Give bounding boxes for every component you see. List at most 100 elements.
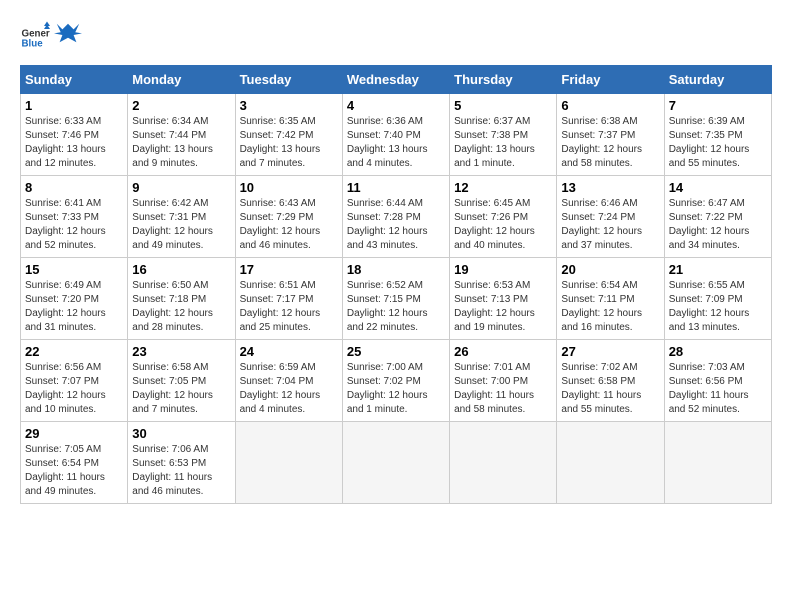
day-cell: 25 Sunrise: 7:00 AM Sunset: 7:02 PM Dayl… <box>342 340 449 422</box>
column-header-friday: Friday <box>557 66 664 94</box>
day-detail: Sunrise: 6:53 AM Sunset: 7:13 PM Dayligh… <box>454 279 552 335</box>
svg-text:Blue: Blue <box>22 38 44 49</box>
logo-bird-icon <box>54 21 82 49</box>
day-cell: 10 Sunrise: 6:43 AM Sunset: 7:29 PM Dayl… <box>235 176 342 258</box>
day-number: 27 <box>561 344 659 359</box>
day-number: 28 <box>669 344 767 359</box>
day-number: 9 <box>132 180 230 195</box>
day-detail: Sunrise: 6:36 AM Sunset: 7:40 PM Dayligh… <box>347 115 445 171</box>
day-number: 8 <box>25 180 123 195</box>
day-cell: 13 Sunrise: 6:46 AM Sunset: 7:24 PM Dayl… <box>557 176 664 258</box>
day-detail: Sunrise: 6:52 AM Sunset: 7:15 PM Dayligh… <box>347 279 445 335</box>
day-number: 12 <box>454 180 552 195</box>
day-cell <box>664 422 771 504</box>
day-number: 1 <box>25 98 123 113</box>
day-detail: Sunrise: 6:38 AM Sunset: 7:37 PM Dayligh… <box>561 115 659 171</box>
day-detail: Sunrise: 7:03 AM Sunset: 6:56 PM Dayligh… <box>669 361 767 417</box>
day-number: 17 <box>240 262 338 277</box>
day-detail: Sunrise: 7:02 AM Sunset: 6:58 PM Dayligh… <box>561 361 659 417</box>
column-header-monday: Monday <box>128 66 235 94</box>
day-number: 6 <box>561 98 659 113</box>
day-detail: Sunrise: 6:59 AM Sunset: 7:04 PM Dayligh… <box>240 361 338 417</box>
day-detail: Sunrise: 6:49 AM Sunset: 7:20 PM Dayligh… <box>25 279 123 335</box>
day-number: 14 <box>669 180 767 195</box>
day-detail: Sunrise: 6:58 AM Sunset: 7:05 PM Dayligh… <box>132 361 230 417</box>
day-detail: Sunrise: 6:55 AM Sunset: 7:09 PM Dayligh… <box>669 279 767 335</box>
day-cell: 30 Sunrise: 7:06 AM Sunset: 6:53 PM Dayl… <box>128 422 235 504</box>
day-number: 26 <box>454 344 552 359</box>
column-header-saturday: Saturday <box>664 66 771 94</box>
column-header-sunday: Sunday <box>21 66 128 94</box>
page-header: General Blue <box>20 20 772 50</box>
day-cell: 24 Sunrise: 6:59 AM Sunset: 7:04 PM Dayl… <box>235 340 342 422</box>
day-detail: Sunrise: 7:00 AM Sunset: 7:02 PM Dayligh… <box>347 361 445 417</box>
day-detail: Sunrise: 6:42 AM Sunset: 7:31 PM Dayligh… <box>132 197 230 253</box>
day-cell: 15 Sunrise: 6:49 AM Sunset: 7:20 PM Dayl… <box>21 258 128 340</box>
day-detail: Sunrise: 6:43 AM Sunset: 7:29 PM Dayligh… <box>240 197 338 253</box>
week-row-3: 15 Sunrise: 6:49 AM Sunset: 7:20 PM Dayl… <box>21 258 772 340</box>
day-detail: Sunrise: 6:44 AM Sunset: 7:28 PM Dayligh… <box>347 197 445 253</box>
day-detail: Sunrise: 6:51 AM Sunset: 7:17 PM Dayligh… <box>240 279 338 335</box>
day-detail: Sunrise: 7:05 AM Sunset: 6:54 PM Dayligh… <box>25 443 123 499</box>
day-detail: Sunrise: 6:33 AM Sunset: 7:46 PM Dayligh… <box>25 115 123 171</box>
day-number: 30 <box>132 426 230 441</box>
day-cell: 11 Sunrise: 6:44 AM Sunset: 7:28 PM Dayl… <box>342 176 449 258</box>
day-cell: 16 Sunrise: 6:50 AM Sunset: 7:18 PM Dayl… <box>128 258 235 340</box>
day-detail: Sunrise: 6:45 AM Sunset: 7:26 PM Dayligh… <box>454 197 552 253</box>
day-detail: Sunrise: 6:56 AM Sunset: 7:07 PM Dayligh… <box>25 361 123 417</box>
day-number: 13 <box>561 180 659 195</box>
day-detail: Sunrise: 6:54 AM Sunset: 7:11 PM Dayligh… <box>561 279 659 335</box>
week-row-4: 22 Sunrise: 6:56 AM Sunset: 7:07 PM Dayl… <box>21 340 772 422</box>
day-number: 3 <box>240 98 338 113</box>
day-detail: Sunrise: 6:41 AM Sunset: 7:33 PM Dayligh… <box>25 197 123 253</box>
day-detail: Sunrise: 6:50 AM Sunset: 7:18 PM Dayligh… <box>132 279 230 335</box>
day-cell: 28 Sunrise: 7:03 AM Sunset: 6:56 PM Dayl… <box>664 340 771 422</box>
day-cell: 19 Sunrise: 6:53 AM Sunset: 7:13 PM Dayl… <box>450 258 557 340</box>
day-cell: 5 Sunrise: 6:37 AM Sunset: 7:38 PM Dayli… <box>450 94 557 176</box>
day-number: 7 <box>669 98 767 113</box>
day-cell: 8 Sunrise: 6:41 AM Sunset: 7:33 PM Dayli… <box>21 176 128 258</box>
day-cell: 9 Sunrise: 6:42 AM Sunset: 7:31 PM Dayli… <box>128 176 235 258</box>
day-cell <box>557 422 664 504</box>
day-cell <box>342 422 449 504</box>
day-cell: 2 Sunrise: 6:34 AM Sunset: 7:44 PM Dayli… <box>128 94 235 176</box>
day-detail: Sunrise: 7:06 AM Sunset: 6:53 PM Dayligh… <box>132 443 230 499</box>
day-cell <box>450 422 557 504</box>
day-cell: 27 Sunrise: 7:02 AM Sunset: 6:58 PM Dayl… <box>557 340 664 422</box>
day-number: 29 <box>25 426 123 441</box>
day-number: 20 <box>561 262 659 277</box>
logo: General Blue <box>20 20 86 50</box>
day-cell <box>235 422 342 504</box>
day-detail: Sunrise: 6:37 AM Sunset: 7:38 PM Dayligh… <box>454 115 552 171</box>
day-number: 19 <box>454 262 552 277</box>
day-number: 2 <box>132 98 230 113</box>
day-cell: 20 Sunrise: 6:54 AM Sunset: 7:11 PM Dayl… <box>557 258 664 340</box>
day-cell: 7 Sunrise: 6:39 AM Sunset: 7:35 PM Dayli… <box>664 94 771 176</box>
day-cell: 18 Sunrise: 6:52 AM Sunset: 7:15 PM Dayl… <box>342 258 449 340</box>
day-cell: 22 Sunrise: 6:56 AM Sunset: 7:07 PM Dayl… <box>21 340 128 422</box>
week-row-2: 8 Sunrise: 6:41 AM Sunset: 7:33 PM Dayli… <box>21 176 772 258</box>
day-cell: 29 Sunrise: 7:05 AM Sunset: 6:54 PM Dayl… <box>21 422 128 504</box>
day-number: 24 <box>240 344 338 359</box>
column-header-tuesday: Tuesday <box>235 66 342 94</box>
logo-icon: General Blue <box>20 20 50 50</box>
week-row-1: 1 Sunrise: 6:33 AM Sunset: 7:46 PM Dayli… <box>21 94 772 176</box>
day-number: 4 <box>347 98 445 113</box>
day-cell: 26 Sunrise: 7:01 AM Sunset: 7:00 PM Dayl… <box>450 340 557 422</box>
day-number: 16 <box>132 262 230 277</box>
day-cell: 21 Sunrise: 6:55 AM Sunset: 7:09 PM Dayl… <box>664 258 771 340</box>
column-header-wednesday: Wednesday <box>342 66 449 94</box>
day-number: 21 <box>669 262 767 277</box>
day-detail: Sunrise: 7:01 AM Sunset: 7:00 PM Dayligh… <box>454 361 552 417</box>
day-number: 23 <box>132 344 230 359</box>
day-detail: Sunrise: 6:39 AM Sunset: 7:35 PM Dayligh… <box>669 115 767 171</box>
day-number: 10 <box>240 180 338 195</box>
day-cell: 1 Sunrise: 6:33 AM Sunset: 7:46 PM Dayli… <box>21 94 128 176</box>
day-detail: Sunrise: 6:46 AM Sunset: 7:24 PM Dayligh… <box>561 197 659 253</box>
day-number: 15 <box>25 262 123 277</box>
day-cell: 14 Sunrise: 6:47 AM Sunset: 7:22 PM Dayl… <box>664 176 771 258</box>
day-cell: 4 Sunrise: 6:36 AM Sunset: 7:40 PM Dayli… <box>342 94 449 176</box>
day-detail: Sunrise: 6:47 AM Sunset: 7:22 PM Dayligh… <box>669 197 767 253</box>
day-number: 5 <box>454 98 552 113</box>
day-cell: 3 Sunrise: 6:35 AM Sunset: 7:42 PM Dayli… <box>235 94 342 176</box>
